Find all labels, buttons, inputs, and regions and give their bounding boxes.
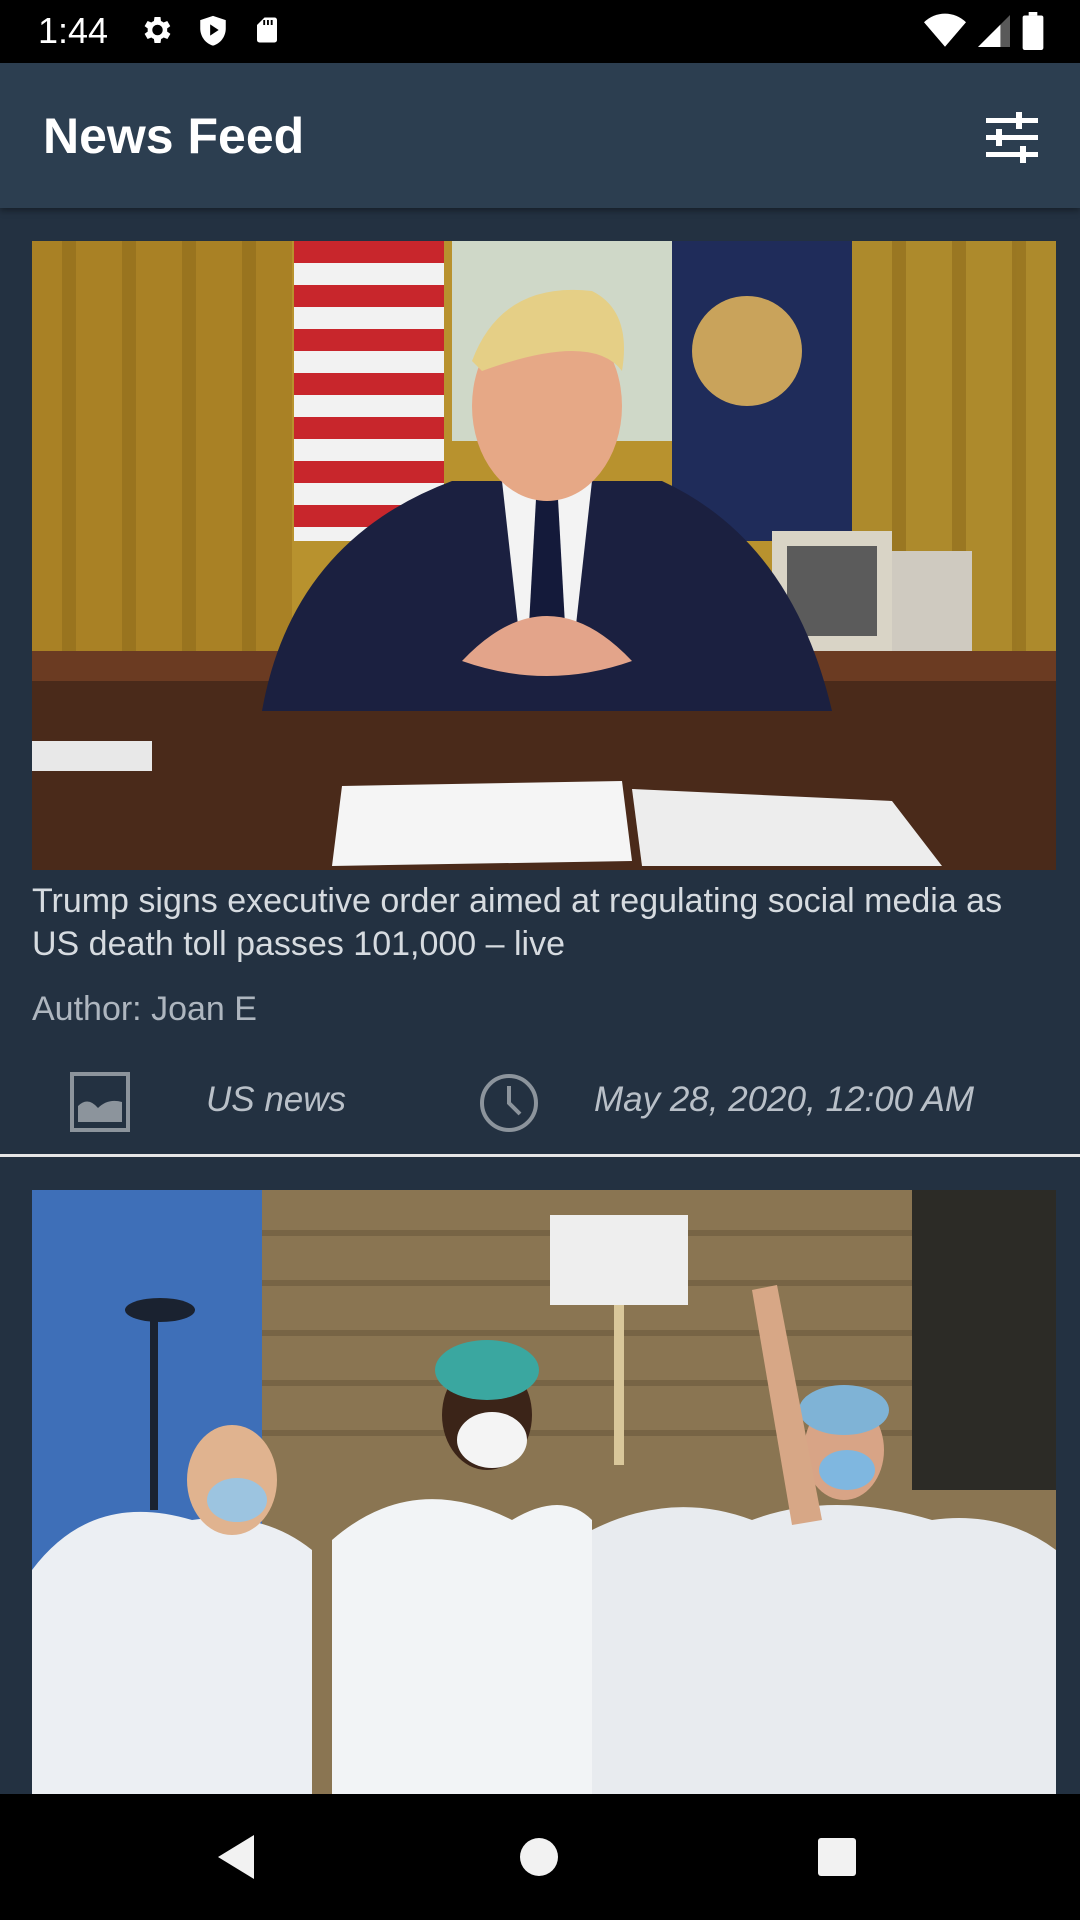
page-title: News Feed	[43, 108, 305, 164]
article-photo	[32, 1190, 1056, 1794]
news-article-card[interactable]: Trump signs executive order aimed at reg…	[0, 208, 1080, 1157]
system-nav-bar	[0, 1794, 1080, 1920]
article-photo	[32, 241, 1056, 870]
recents-button[interactable]	[812, 1832, 862, 1882]
image-icon	[70, 1072, 130, 1132]
status-bar: 1:44	[0, 0, 1080, 63]
back-button[interactable]	[212, 1832, 262, 1882]
article-image-nurses[interactable]	[32, 1190, 1056, 1794]
article-author: Author: Joan E	[32, 990, 257, 1028]
app-bar: News Feed	[0, 63, 1080, 208]
home-button[interactable]	[514, 1832, 564, 1882]
back-icon	[218, 1835, 254, 1879]
recents-icon	[818, 1838, 856, 1876]
article-section: US news	[206, 1080, 347, 1119]
sd-card-icon	[257, 17, 277, 43]
clock-icon	[480, 1074, 538, 1132]
tune-sliders-icon	[986, 112, 1038, 163]
news-article-card[interactable]	[0, 1157, 1080, 1794]
home-icon	[520, 1838, 558, 1876]
status-system-icons	[924, 12, 1044, 50]
article-title[interactable]: Trump signs executive order aimed at reg…	[32, 880, 1056, 966]
status-time: 1:44	[38, 10, 109, 51]
filter-button[interactable]	[982, 107, 1042, 167]
signal-icon	[978, 15, 1010, 47]
news-feed-list[interactable]: Trump signs executive order aimed at reg…	[0, 208, 1080, 1794]
gear-icon	[144, 16, 171, 44]
article-meta-row: US news May 28, 2020, 12:00 AM	[0, 1050, 1080, 1132]
article-image-trump[interactable]	[32, 241, 1056, 870]
battery-icon	[1022, 12, 1044, 50]
wifi-icon	[924, 13, 966, 47]
shield-play-icon	[200, 15, 226, 46]
status-notification-icons	[138, 12, 282, 48]
article-date: May 28, 2020, 12:00 AM	[594, 1080, 975, 1119]
